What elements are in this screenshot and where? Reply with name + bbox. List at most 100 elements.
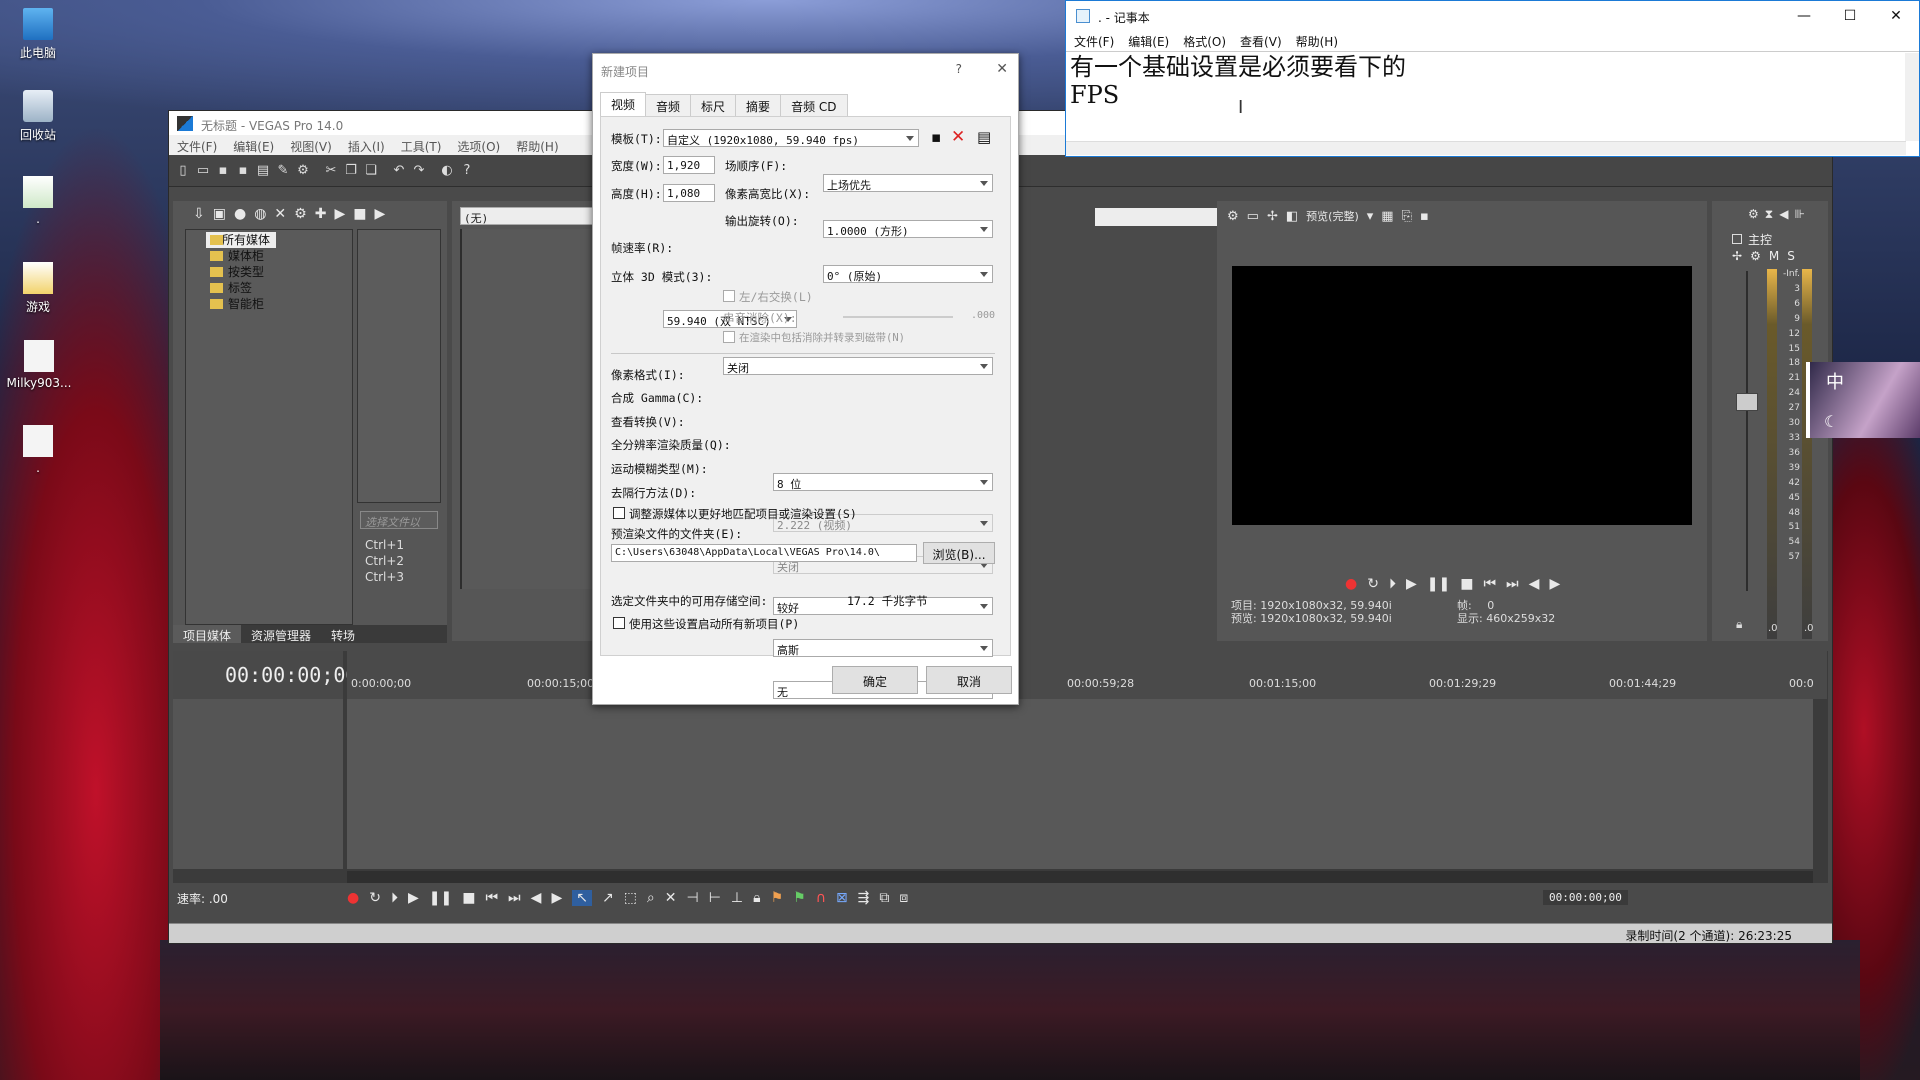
pixel-aspect-select[interactable]: 1.0000 (方形) xyxy=(823,220,993,238)
copy-snapshot-icon[interactable]: ⎘ xyxy=(1402,209,1412,224)
tab-explorer[interactable]: 资源管理器 xyxy=(241,625,321,643)
desktop-icon-this-pc[interactable]: 此电脑 xyxy=(8,8,68,61)
tab-transitions[interactable]: 转场 xyxy=(321,625,365,643)
ripple-icon[interactable]: ⇶ xyxy=(858,890,870,906)
trim-start-icon[interactable]: ⊣ xyxy=(687,890,699,906)
web-icon[interactable]: ◍ xyxy=(254,206,266,222)
master-fx-icon[interactable]: ⧗ xyxy=(1765,207,1773,222)
undo-icon[interactable]: ↶ xyxy=(391,163,407,179)
media-search-input[interactable]: 选择文件以 xyxy=(360,511,438,529)
region-icon[interactable]: ⚑ xyxy=(793,890,806,906)
split-icon[interactable]: ⊥ xyxy=(731,890,743,906)
stop-icon[interactable]: ■ xyxy=(353,206,366,222)
stop-icon[interactable]: ■ xyxy=(462,890,475,906)
np-menu-view[interactable]: 查看(V) xyxy=(1240,33,1282,51)
play-from-start-icon[interactable]: ⏵ xyxy=(1389,576,1396,592)
motion-blur-select[interactable]: 高斯 xyxy=(773,639,993,657)
import-icon[interactable]: ⇩ xyxy=(193,206,205,222)
marker-icon[interactable]: ⚑ xyxy=(771,890,784,906)
tab-audio[interactable]: 音频 xyxy=(645,94,692,116)
chevron-down-icon[interactable]: ▾ xyxy=(1367,209,1374,224)
zoom-tool-icon[interactable]: ⌕ xyxy=(647,890,655,906)
trim-end-icon[interactable]: ⊢ xyxy=(709,890,721,906)
np-menu-format[interactable]: 格式(O) xyxy=(1183,33,1226,51)
add-icon[interactable]: ✚ xyxy=(315,206,327,222)
event-pan-icon[interactable]: ⧈ xyxy=(899,890,908,906)
use-settings-checkbox[interactable] xyxy=(613,617,625,629)
desktop-icon-games[interactable]: 游戏 xyxy=(8,262,68,315)
redo-icon[interactable]: ↷ xyxy=(411,163,427,179)
open-icon[interactable]: ▭ xyxy=(195,163,211,179)
go-end-icon[interactable]: ⏭ xyxy=(1506,576,1519,592)
desktop-icon-milky[interactable]: Milky903... xyxy=(4,340,74,390)
field-order-select[interactable]: 上场优先 xyxy=(823,174,993,192)
tab-ruler[interactable]: 标尺 xyxy=(690,94,737,116)
match-media-icon[interactable]: ▤ xyxy=(977,128,991,146)
ime-widget[interactable]: 中 ☾ xyxy=(1806,362,1920,438)
output-rotation-select[interactable]: 0° (原始) xyxy=(823,265,993,283)
save-snapshot-icon[interactable]: ▪ xyxy=(1420,209,1429,224)
tab-video[interactable]: 视频 xyxy=(600,92,647,116)
np-menu-file[interactable]: 文件(F) xyxy=(1074,33,1114,51)
menu-view[interactable]: 视图(V) xyxy=(290,138,332,155)
cancel-button[interactable]: 取消 xyxy=(926,666,1012,694)
burn-icon[interactable]: ◐ xyxy=(439,163,455,179)
cursor-timecode[interactable]: 00:00:00;00 xyxy=(1543,890,1628,905)
split-icon[interactable]: ✢ xyxy=(1267,209,1278,224)
master-settings-icon[interactable]: ⚙ xyxy=(1748,207,1759,221)
ok-button[interactable]: 确定 xyxy=(832,666,918,694)
preview-fx-icon[interactable]: ◧ xyxy=(1286,209,1298,224)
record-media-icon[interactable]: ● xyxy=(234,206,246,222)
record-icon[interactable]: ● xyxy=(1345,576,1357,592)
desktop-icon-app[interactable]: . xyxy=(8,176,68,226)
capture-icon[interactable]: ▣ xyxy=(213,206,226,222)
menu-file[interactable]: 文件(F) xyxy=(177,138,217,155)
tab-project-media[interactable]: 项目媒体 xyxy=(173,625,242,643)
height-input[interactable]: 1,080 xyxy=(663,184,715,202)
pause-icon[interactable]: ❚❚ xyxy=(429,890,452,906)
tree-tags[interactable]: 标签 xyxy=(206,280,352,296)
menu-insert[interactable]: 插入(I) xyxy=(348,138,385,155)
play-icon[interactable]: ▶ xyxy=(1406,576,1417,592)
master-fx-gear-icon[interactable]: ⚙ xyxy=(1750,249,1761,263)
render-icon[interactable]: ▤ xyxy=(255,163,271,179)
ext-monitor-icon[interactable]: ▭ xyxy=(1247,209,1259,224)
stop-icon[interactable]: ■ xyxy=(1460,576,1473,592)
play-icon[interactable]: ▶ xyxy=(334,206,345,222)
prev-frame-icon[interactable]: ◀ xyxy=(1529,576,1540,592)
tab-summary[interactable]: 摘要 xyxy=(735,94,782,116)
settings-icon[interactable]: ⚙ xyxy=(295,163,311,179)
event-fx-icon[interactable]: ⧉ xyxy=(879,890,889,906)
copy-icon[interactable]: ❐ xyxy=(343,163,359,179)
loop-icon[interactable]: ↻ xyxy=(1367,576,1379,592)
master-move-icon[interactable]: ✢ xyxy=(1732,249,1742,263)
help-icon[interactable]: ? xyxy=(459,163,475,179)
adjust-source-checkbox[interactable] xyxy=(613,507,625,519)
paste-icon[interactable]: ❏ xyxy=(363,163,379,179)
template-select[interactable]: 自定义 (1920x1080, 59.940 fps) xyxy=(663,129,919,147)
close-button[interactable]: ✕ xyxy=(1873,1,1919,31)
minimize-button[interactable]: — xyxy=(1781,1,1827,31)
master-checkbox[interactable] xyxy=(1732,234,1742,244)
normal-edit-tool-icon[interactable]: ↖ xyxy=(572,890,592,906)
lock-events-icon[interactable]: 🔒︎ xyxy=(753,890,760,906)
menu-options[interactable]: 选项(O) xyxy=(457,138,500,155)
loop-icon[interactable]: ↻ xyxy=(369,890,381,906)
go-start-icon[interactable]: ⏮ xyxy=(485,890,498,906)
envelope-tool-icon[interactable]: ↗ xyxy=(602,890,614,906)
dialog-close-button[interactable]: ✕ xyxy=(996,61,1008,77)
width-input[interactable]: 1,920 xyxy=(663,156,715,174)
new-icon[interactable]: ▯ xyxy=(175,163,191,179)
delete-template-icon[interactable]: ✕ xyxy=(951,127,965,147)
menu-help[interactable]: 帮助(H) xyxy=(516,138,558,155)
prerender-folder-input[interactable]: C:\Users\63048\AppData\Local\VEGAS Pro\1… xyxy=(611,544,917,562)
save-template-icon[interactable]: ▪ xyxy=(931,128,941,146)
go-end-icon[interactable]: ⏭ xyxy=(508,890,521,906)
save-as-icon[interactable]: ▪ xyxy=(235,163,251,179)
play-icon[interactable]: ▶ xyxy=(408,890,419,906)
menu-edit[interactable]: 编辑(E) xyxy=(233,138,274,155)
solo-button[interactable]: S xyxy=(1787,249,1795,263)
pause-icon[interactable]: ❚❚ xyxy=(1427,576,1450,592)
notepad-hscrollbar[interactable] xyxy=(1066,141,1906,155)
notepad-vscrollbar[interactable] xyxy=(1905,53,1919,141)
